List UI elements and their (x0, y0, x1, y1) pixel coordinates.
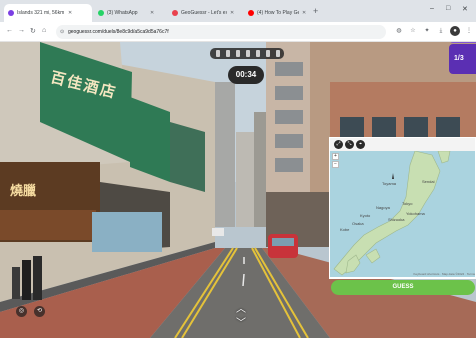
tab-strip: Islands 321 mi, 56km — Replay ✕ (3) What… (0, 0, 476, 22)
guess-button[interactable]: GUESS (331, 280, 475, 295)
japan-landmass (333, 151, 451, 276)
map-label: Toyama (382, 181, 397, 186)
tab-label: (3) WhatsApp (107, 10, 138, 16)
reload-icon[interactable]: ↻ (30, 27, 36, 35)
map-label: Yokohama (406, 211, 425, 216)
tab-game-replay[interactable]: Islands 321 mi, 56km — Replay ✕ (4, 4, 92, 22)
return-to-start-icon[interactable]: ⟲ (34, 306, 45, 317)
move-back-arrow-icon[interactable]: ﹀ (236, 314, 246, 329)
round-badge-top (449, 42, 476, 43)
extensions-puzzle-icon[interactable]: ✦ (422, 26, 432, 36)
tab-favicon-icon (8, 10, 14, 16)
maximize-icon[interactable]: □ (446, 5, 450, 12)
map-attribution: Keyboard shortcuts · Map data ©2024 · Te… (413, 272, 475, 276)
profile-avatar[interactable]: ● (450, 26, 460, 36)
map-pin-toggle-icon[interactable]: ⌖ (356, 140, 365, 149)
download-icon[interactable]: ⤓ (436, 26, 446, 36)
address-toolbar: ← → ↻ ⌂ ⊙ geoguessr.com/duels/8e8c9d/a5c… (0, 22, 476, 42)
browser-window: Islands 321 mi, 56km — Replay ✕ (3) What… (0, 0, 476, 338)
compass-icon[interactable]: ◎ (16, 306, 27, 317)
close-window-icon[interactable]: ✕ (462, 5, 468, 13)
map-label: Kobe (340, 227, 350, 232)
round-counter-badge: 1/3 (449, 44, 476, 74)
zoom-out-button[interactable]: − (332, 161, 339, 168)
tab-youtube[interactable]: (4) How To Play GeoGuessr ✕ (244, 4, 312, 22)
tab-favicon-icon (172, 10, 178, 16)
control-segment[interactable] (216, 50, 220, 57)
map-canvas[interactable]: Toyama Sendai Nagoya Tokyo Kyoto Osaka K… (330, 151, 475, 277)
round-timer: 00:34 (228, 66, 264, 84)
move-forward-arrow-icon[interactable]: ︿ (236, 300, 246, 315)
map-label: Kyoto (360, 213, 371, 218)
control-segment[interactable] (236, 50, 240, 57)
tab-geoguessr[interactable]: GeoGuessr - Let's explore the ✕ (168, 4, 242, 22)
close-tab-icon[interactable]: ✕ (68, 10, 72, 16)
close-tab-icon[interactable]: ✕ (302, 10, 306, 16)
minimize-icon[interactable]: – (430, 5, 434, 12)
url-text: geoguessr.com/duels/8e8c9d/a5ca9d5a76c7f (68, 29, 169, 35)
zoom-in-button[interactable]: + (332, 153, 339, 160)
extension-icon[interactable]: ◍ (394, 26, 404, 36)
map-label: Tokyo (402, 201, 413, 206)
map-label: Sendai (422, 179, 435, 184)
map-header: ⤢ ⤡ ⌖ (330, 138, 475, 151)
control-segment[interactable] (226, 50, 230, 57)
new-tab-plus-icon[interactable]: + (313, 6, 318, 16)
tab-label: Islands 321 mi, 56km — Replay (17, 10, 65, 16)
map-expand-icon[interactable]: ⤢ (334, 140, 343, 149)
control-segment[interactable] (256, 50, 260, 57)
control-segment[interactable] (266, 50, 270, 57)
url-bar[interactable]: ⊙ geoguessr.com/duels/8e8c9d/a5ca9d5a76c… (56, 25, 386, 39)
tab-whatsapp[interactable]: (3) WhatsApp ✕ (94, 4, 166, 22)
guess-map-panel[interactable]: ⤢ ⤡ ⌖ Toyama Sendai Nagoya Tokyo Kyoto O… (329, 137, 476, 279)
map-label: Nagoya (376, 205, 390, 210)
tab-favicon-icon (98, 10, 104, 16)
back-arrow-icon[interactable]: ← (6, 27, 13, 34)
close-tab-icon[interactable]: ✕ (150, 10, 154, 16)
menu-kebab-icon[interactable]: ⋮ (464, 26, 474, 36)
home-icon[interactable]: ⌂ (42, 27, 46, 34)
map-label: Osaka (352, 221, 364, 226)
forward-arrow-icon[interactable]: → (18, 27, 25, 34)
close-tab-icon[interactable]: ✕ (230, 10, 234, 16)
tab-favicon-icon (248, 10, 254, 16)
control-segment[interactable] (276, 50, 280, 57)
roast-meat-shop-sign: 燒臘 (10, 184, 37, 199)
bookmark-star-icon[interactable]: ☆ (408, 26, 418, 36)
tab-label: GeoGuessr - Let's explore the (181, 10, 227, 16)
map-shrink-icon[interactable]: ⤡ (345, 140, 354, 149)
tab-label: (4) How To Play GeoGuessr (257, 10, 299, 16)
panorama-control-bar[interactable] (210, 48, 284, 59)
control-segment[interactable] (246, 50, 250, 57)
map-label: Shizuoka (388, 217, 405, 222)
site-info-icon[interactable]: ⊙ (60, 25, 64, 39)
